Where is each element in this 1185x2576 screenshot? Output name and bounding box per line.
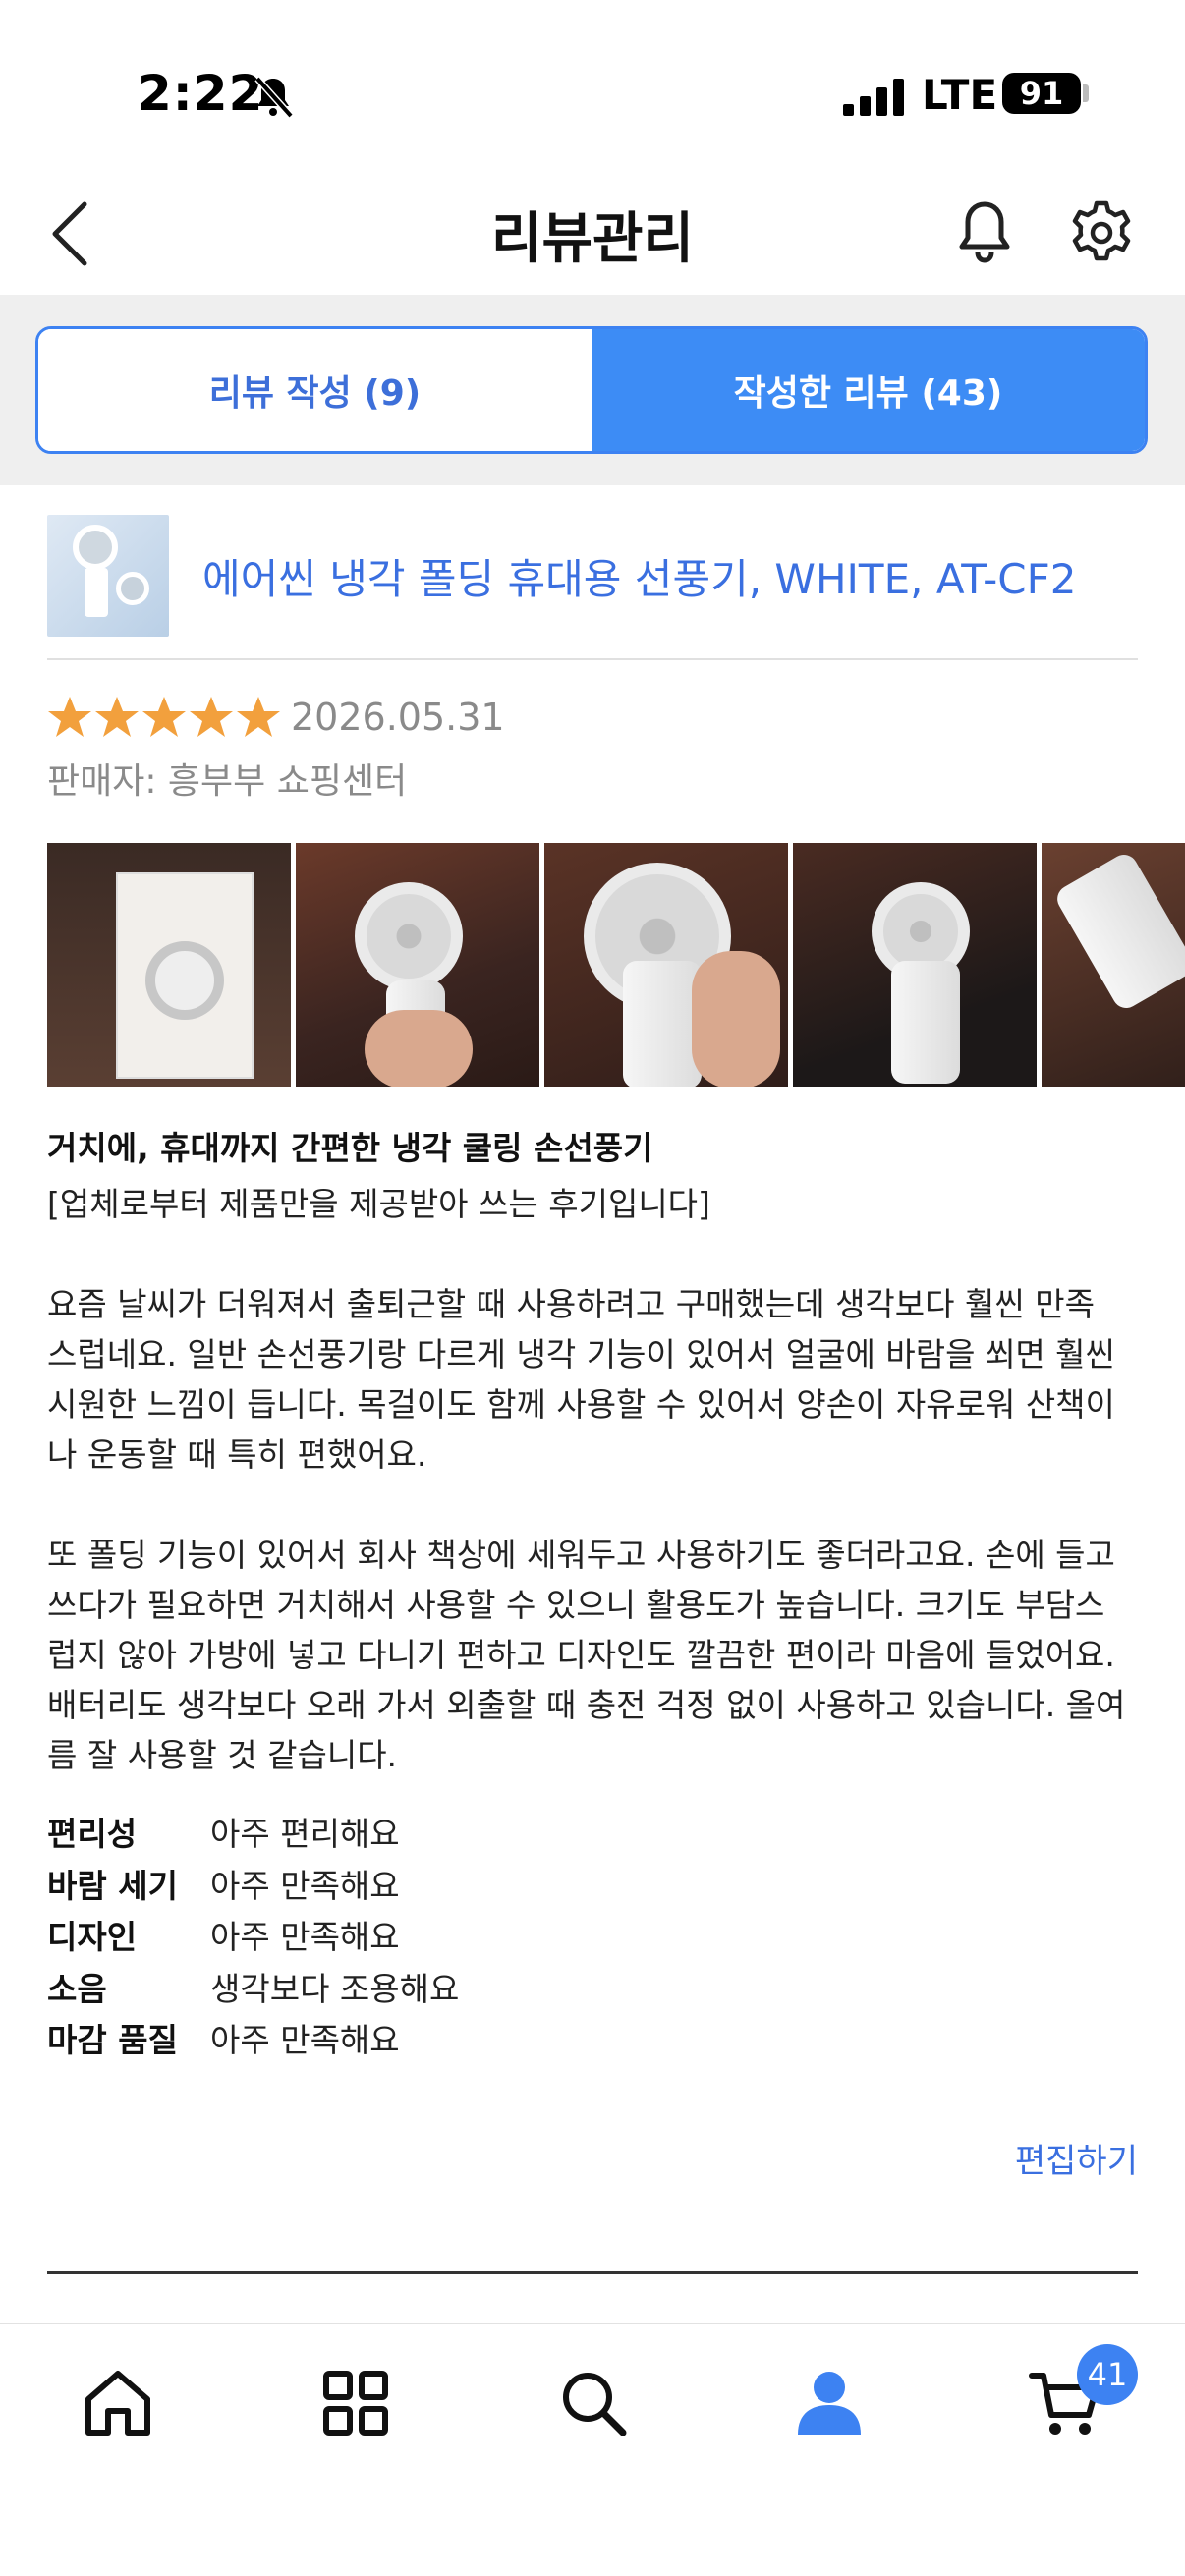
rating-row: 2026.05.31 bbox=[47, 690, 505, 745]
tab-write-review[interactable]: 리뷰 작성 (9) bbox=[38, 329, 592, 451]
attribute-row: 디자인 아주 만족해요 bbox=[47, 1909, 1138, 1961]
network-type: LTE bbox=[922, 71, 998, 119]
review-photo[interactable] bbox=[544, 843, 788, 1087]
notification-bell-icon[interactable] bbox=[953, 198, 1016, 265]
attribute-key: 소음 bbox=[47, 1969, 107, 2008]
home-icon[interactable] bbox=[81, 2366, 155, 2440]
review-photo[interactable] bbox=[793, 843, 1037, 1087]
review-photo[interactable] bbox=[1042, 843, 1185, 1087]
attribute-value: 아주 만족해요 bbox=[210, 2021, 400, 2060]
review-date: 2026.05.31 bbox=[291, 696, 505, 739]
attribute-value: 아주 만족해요 bbox=[210, 1866, 400, 1905]
attribute-value: 아주 편리해요 bbox=[210, 1815, 400, 1854]
edit-review-link[interactable]: 편집하기 bbox=[1015, 2134, 1138, 2182]
product-row[interactable]: 에어씬 냉각 폴딩 휴대용 선풍기, WHITE, AT-CF2 bbox=[47, 511, 1138, 660]
battery-cap bbox=[1083, 84, 1089, 102]
tab-written-reviews[interactable]: 작성한 리뷰 (43) bbox=[592, 329, 1145, 451]
review-body: [업체로부터 제품만을 제공받아 쓰는 후기입니다] 요즘 날씨가 더워져서 출… bbox=[47, 1185, 1126, 1774]
review-photo[interactable] bbox=[47, 843, 291, 1087]
settings-gear-icon[interactable] bbox=[1069, 200, 1134, 265]
status-bar: 2:22 LTE 91 bbox=[0, 0, 1185, 177]
bottom-tab-bar bbox=[0, 2323, 1185, 2576]
cellular-signal-icon bbox=[843, 79, 904, 116]
battery-indicator: 91 bbox=[1002, 73, 1081, 114]
seller-name: 판매자: 흥부부 쇼핑센터 bbox=[47, 761, 408, 802]
review-tabs: 리뷰 작성 (9) 작성한 리뷰 (43) bbox=[35, 326, 1148, 454]
attribute-row: 바람 세기 아주 만족해요 bbox=[47, 1858, 1138, 1910]
attribute-key: 디자인 bbox=[47, 1918, 138, 1957]
star-icon bbox=[142, 697, 186, 737]
review-photos bbox=[47, 843, 1185, 1089]
product-name-link[interactable]: 에어씬 냉각 폴딩 휴대용 선풍기, WHITE, AT-CF2 bbox=[202, 546, 1076, 606]
star-icon bbox=[95, 697, 139, 737]
star-icon bbox=[237, 697, 280, 737]
attribute-value: 생각보다 조용해요 bbox=[210, 1969, 460, 2008]
review-attributes: 편리성 아주 편리해요 바람 세기 아주 만족해요 디자인 아주 만족해요 소음… bbox=[47, 1806, 1138, 2064]
cart-count-badge: 41 bbox=[1077, 2344, 1138, 2405]
attribute-key: 편리성 bbox=[47, 1815, 138, 1854]
attribute-row: 편리성 아주 편리해요 bbox=[47, 1806, 1138, 1858]
attribute-value: 아주 만족해요 bbox=[210, 1918, 400, 1957]
category-grid-icon[interactable] bbox=[318, 2366, 393, 2440]
attribute-key: 바람 세기 bbox=[47, 1866, 178, 1905]
review-photo[interactable] bbox=[296, 843, 539, 1087]
nav-header: 리뷰관리 bbox=[0, 177, 1185, 295]
section-divider bbox=[47, 2271, 1138, 2274]
attribute-row: 마감 품질 아주 만족해요 bbox=[47, 2012, 1138, 2064]
silent-mode-icon bbox=[254, 76, 294, 119]
my-account-icon[interactable] bbox=[792, 2366, 867, 2440]
star-icon bbox=[190, 697, 233, 737]
tab-band: 리뷰 작성 (9) 작성한 리뷰 (43) bbox=[0, 295, 1185, 485]
product-thumbnail[interactable] bbox=[47, 515, 169, 637]
status-time: 2:22 bbox=[138, 65, 264, 122]
review-title: 거치에, 휴대까지 간편한 냉각 쿨링 손선풍기 bbox=[47, 1129, 653, 1167]
star-rating bbox=[47, 695, 281, 740]
attribute-row: 소음 생각보다 조용해요 bbox=[47, 1961, 1138, 2013]
search-icon[interactable] bbox=[556, 2366, 631, 2440]
star-icon bbox=[48, 697, 91, 737]
attribute-key: 마감 품질 bbox=[47, 2021, 178, 2060]
